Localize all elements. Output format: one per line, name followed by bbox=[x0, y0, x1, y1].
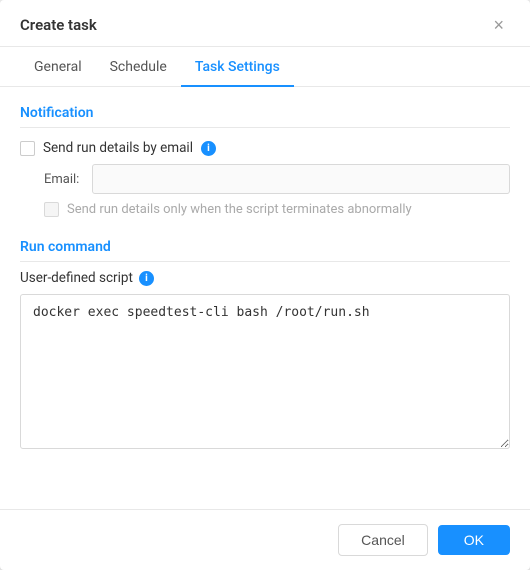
tab-schedule[interactable]: Schedule bbox=[96, 47, 181, 87]
email-label: Email: bbox=[44, 172, 84, 187]
run-command-section-title: Run command bbox=[20, 239, 510, 262]
dialog-body: Notification Send run details by email i… bbox=[0, 87, 530, 509]
script-info-icon[interactable]: i bbox=[139, 271, 154, 286]
script-label: User-defined script bbox=[20, 270, 133, 286]
send-email-checkbox[interactable] bbox=[20, 141, 35, 156]
dialog-footer: Cancel OK bbox=[0, 509, 530, 570]
script-label-row: User-defined script i bbox=[20, 270, 510, 286]
ok-button[interactable]: OK bbox=[438, 525, 510, 555]
dialog-title: Create task bbox=[20, 16, 97, 34]
send-email-row: Send run details by email i bbox=[20, 140, 510, 156]
email-row: Email: bbox=[44, 164, 510, 194]
abnormal-label: Send run details only when the script te… bbox=[67, 202, 412, 217]
abnormal-row: Send run details only when the script te… bbox=[44, 202, 510, 217]
tab-task-settings[interactable]: Task Settings bbox=[181, 47, 294, 87]
dialog-header: Create task × bbox=[0, 0, 530, 47]
script-textarea[interactable] bbox=[20, 294, 510, 449]
tab-general[interactable]: General bbox=[20, 47, 96, 87]
notification-section-title: Notification bbox=[20, 105, 510, 128]
send-email-info-icon[interactable]: i bbox=[201, 141, 216, 156]
close-button[interactable]: × bbox=[487, 14, 510, 36]
tab-bar: General Schedule Task Settings bbox=[0, 47, 530, 87]
send-email-label: Send run details by email bbox=[43, 140, 193, 156]
email-input[interactable] bbox=[92, 164, 510, 194]
abnormal-checkbox bbox=[44, 202, 59, 217]
cancel-button[interactable]: Cancel bbox=[338, 524, 428, 556]
create-task-dialog: Create task × General Schedule Task Sett… bbox=[0, 0, 530, 570]
